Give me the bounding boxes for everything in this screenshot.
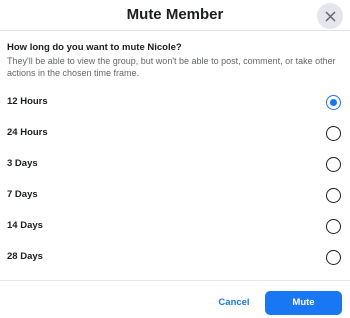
radio-button[interactable] (326, 219, 341, 234)
close-icon (325, 11, 335, 21)
mute-member-dialog: Mute Member How long do you want to mute… (0, 0, 350, 318)
option-12-hours[interactable]: 12 Hours (0, 90, 350, 116)
option-7-days[interactable]: 7 Days (0, 183, 350, 209)
mute-button[interactable]: Mute (265, 291, 342, 315)
option-label: 24 Hours (7, 127, 48, 138)
radio-button-selected[interactable] (326, 95, 341, 110)
footer-divider (0, 280, 350, 281)
option-label: 3 Days (7, 158, 38, 169)
radio-button[interactable] (326, 157, 341, 172)
option-24-hours[interactable]: 24 Hours (0, 121, 350, 147)
option-3-days[interactable]: 3 Days (0, 152, 350, 178)
radio-button[interactable] (326, 188, 341, 203)
option-label: 14 Days (7, 220, 43, 231)
option-28-days[interactable]: 28 Days (0, 245, 350, 271)
dialog-title: Mute Member (126, 6, 224, 23)
option-label: 7 Days (7, 189, 38, 200)
mute-question: How long do you want to mute Nicole? (7, 42, 182, 53)
option-label: 28 Days (7, 251, 43, 262)
radio-button[interactable] (326, 126, 341, 141)
dialog-header: Mute Member (0, 0, 350, 31)
radio-button[interactable] (326, 250, 341, 265)
cancel-button[interactable]: Cancel (211, 291, 257, 315)
option-14-days[interactable]: 14 Days (0, 214, 350, 240)
close-button[interactable] (317, 3, 343, 29)
option-label: 12 Hours (7, 96, 48, 107)
mute-description: They'll be able to view the group, but w… (7, 56, 336, 78)
